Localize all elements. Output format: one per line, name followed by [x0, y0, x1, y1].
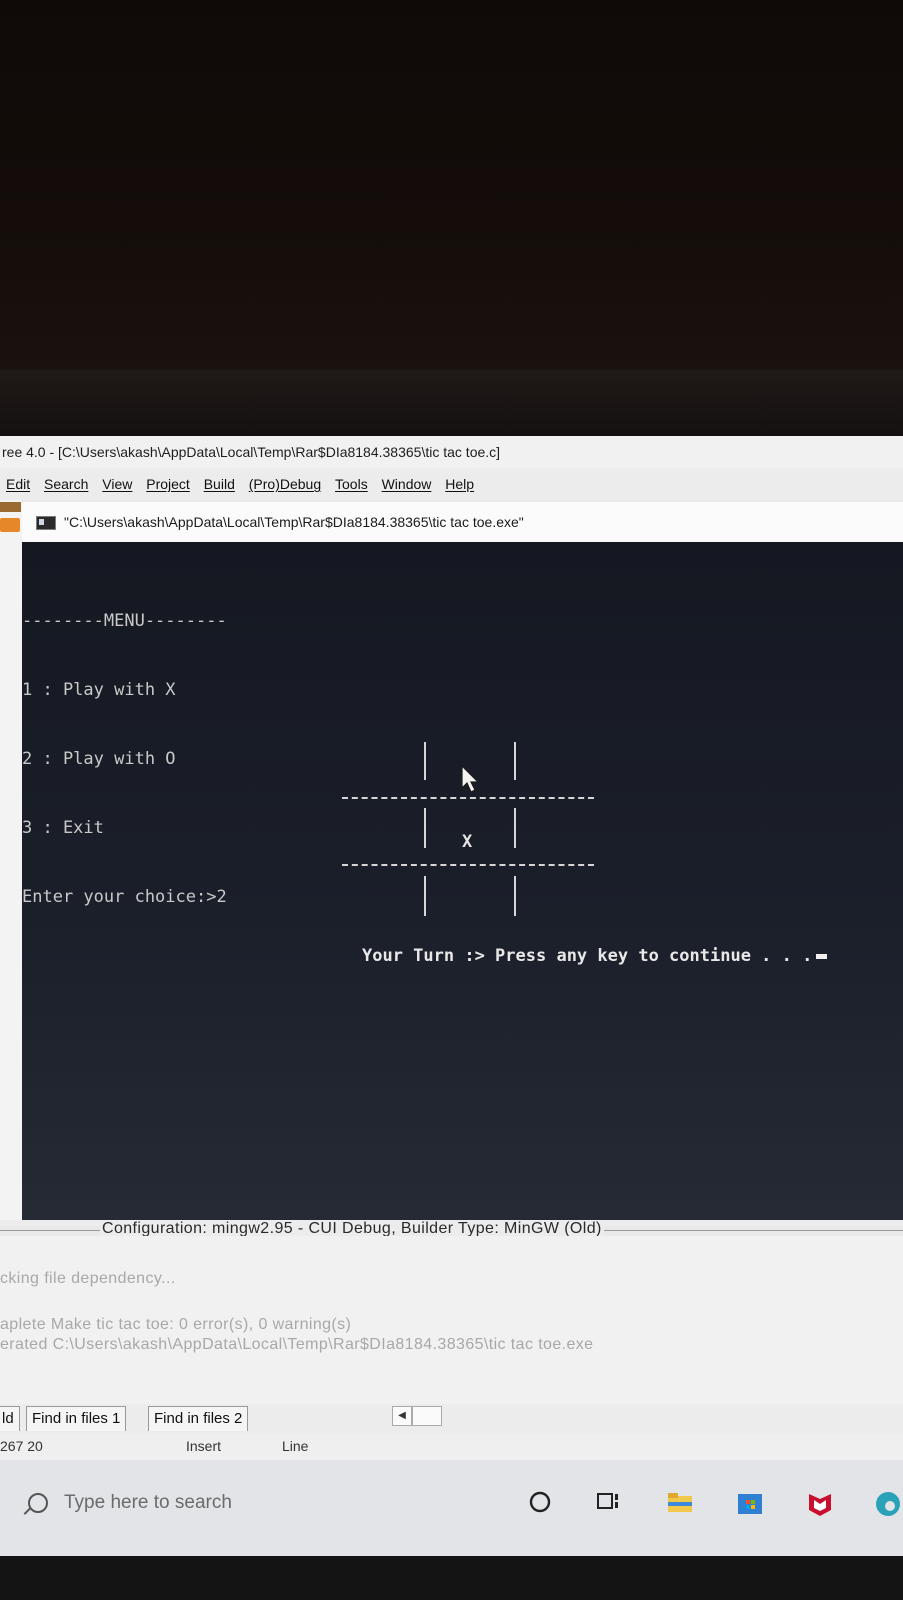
folder-icon[interactable]	[0, 518, 20, 532]
console-app-icon	[36, 516, 56, 531]
menu-build[interactable]: Build	[204, 468, 235, 500]
menu-edit[interactable]: Edit	[6, 468, 30, 500]
console-output[interactable]: --------MENU-------- 1 : Play with X 2 :…	[22, 542, 903, 1220]
output-tabs: ld Find in files 1 Find in files 2 ◀	[0, 1404, 903, 1434]
board-vertical-line	[514, 742, 516, 780]
ide-side-panel	[0, 500, 23, 1220]
tab-find-in-files-1[interactable]: Find in files 1	[26, 1406, 127, 1431]
board-vertical-line	[514, 808, 516, 848]
log-line: aplete Make tic tac toe: 0 error(s), 0 w…	[0, 1316, 352, 1333]
mouse-pointer-icon	[461, 764, 480, 793]
search-icon	[28, 1493, 48, 1513]
menu-project[interactable]: Project	[146, 468, 190, 500]
menu-debug[interactable]: (Pro)Debug	[249, 468, 321, 500]
console-menu: --------MENU-------- 1 : Play with X 2 :…	[22, 564, 227, 955]
board-cell-center-mark: X	[462, 832, 473, 852]
menu-header-line: --------MENU--------	[22, 611, 227, 631]
laptop-bottom-bezel	[0, 1556, 903, 1600]
log-line: erated C:\Users\akash\AppData\Local\Temp…	[0, 1336, 594, 1353]
board-vertical-line	[424, 742, 426, 780]
text-cursor	[816, 953, 828, 959]
log-line: cking file dependency...	[0, 1270, 176, 1287]
file-explorer-icon[interactable]	[666, 1490, 694, 1514]
menu-search[interactable]: Search	[44, 468, 88, 500]
taskbar-search-box[interactable]: Type here to search	[22, 1480, 402, 1526]
turn-prompt: Your Turn :> Press any key to continue .…	[362, 946, 828, 966]
room-background	[0, 0, 903, 380]
search-placeholder: Type here to search	[64, 1492, 232, 1513]
board-vertical-line	[514, 876, 516, 916]
console-title-text: "C:\Users\akash\AppData\Local\Temp\Rar$D…	[64, 514, 524, 530]
laptop-bezel	[0, 370, 903, 440]
scroll-left-button[interactable]: ◀	[392, 1406, 412, 1426]
toolbar-strip	[0, 502, 21, 512]
board-vertical-line	[424, 876, 426, 916]
board-vertical-line	[424, 808, 426, 848]
status-bar: 267 20 Insert Line	[0, 1434, 903, 1460]
windows-taskbar: Type here to search	[0, 1460, 903, 1556]
cortana-icon[interactable]	[528, 1490, 552, 1514]
menu-option-2: 2 : Play with O	[22, 749, 176, 769]
board-horizontal-line	[342, 797, 594, 799]
line-label: Line	[282, 1438, 309, 1454]
menu-tools[interactable]: Tools	[335, 468, 368, 500]
edge-icon[interactable]	[872, 1490, 902, 1518]
menu-option-1: 1 : Play with X	[22, 680, 176, 700]
menu-option-3: 3 : Exit	[22, 818, 104, 838]
tic-tac-toe-board: X	[342, 742, 602, 932]
menu-view[interactable]: View	[102, 468, 132, 500]
ide-menu-bar: Edit Search View Project Build (Pro)Debu…	[0, 468, 903, 500]
turn-prompt-text: Your Turn :> Press any key to continue .…	[362, 946, 813, 966]
mcafee-icon[interactable]	[806, 1490, 834, 1518]
console-window-title[interactable]: "C:\Users\akash\AppData\Local\Temp\Rar$D…	[22, 502, 903, 543]
build-log[interactable]: cking file dependency... aplete Make tic…	[0, 1236, 903, 1404]
insert-mode: Insert	[186, 1438, 222, 1454]
board-horizontal-line	[342, 864, 594, 866]
cursor-position: 267 20	[0, 1438, 43, 1454]
laptop-screen: ree 4.0 - [C:\Users\akash\AppData\Local\…	[0, 436, 903, 1556]
tab-build[interactable]: ld	[0, 1406, 20, 1431]
tab-find-in-files-2[interactable]: Find in files 2	[148, 1406, 249, 1431]
ide-title-bar: ree 4.0 - [C:\Users\akash\AppData\Local\…	[0, 436, 903, 469]
task-view-icon[interactable]	[596, 1490, 622, 1514]
scroll-right-button[interactable]	[412, 1406, 442, 1426]
menu-help[interactable]: Help	[445, 468, 474, 500]
menu-window[interactable]: Window	[382, 468, 432, 500]
choice-prompt: Enter your choice:>2	[22, 887, 227, 907]
store-icon[interactable]	[736, 1490, 764, 1516]
